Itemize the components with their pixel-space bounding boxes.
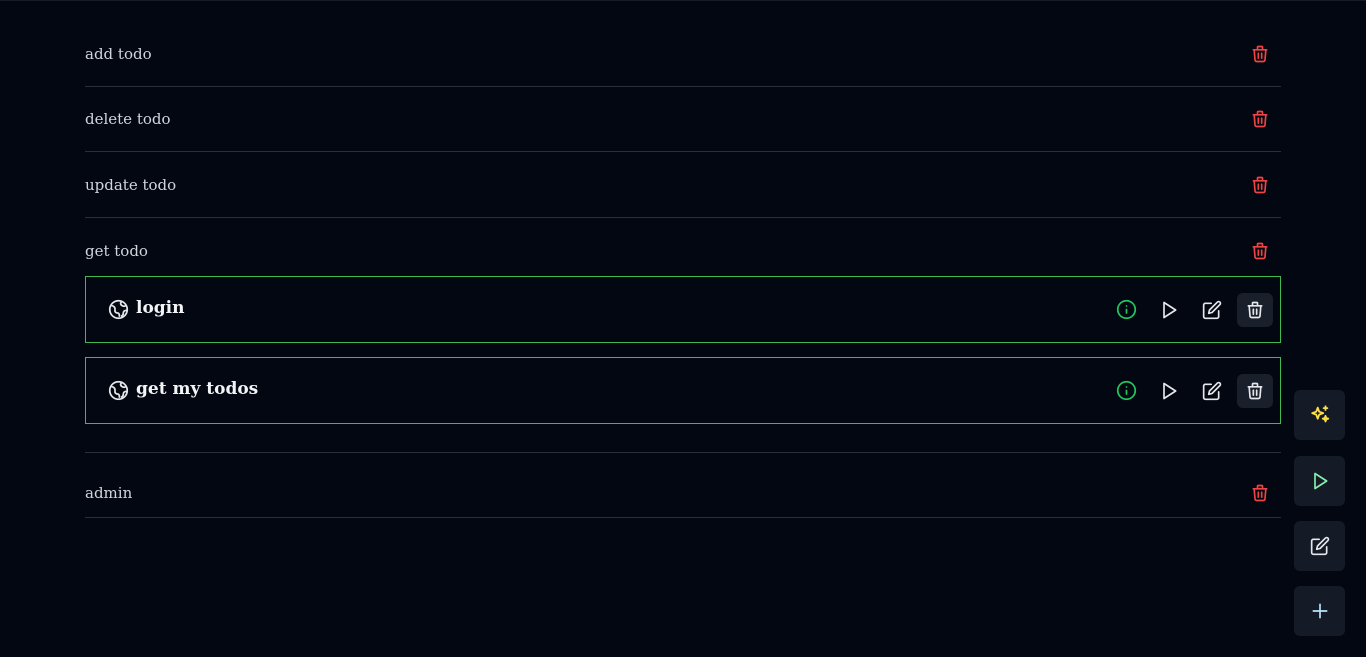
add-button[interactable]: [1294, 586, 1345, 636]
run-all-button[interactable]: [1294, 456, 1345, 506]
top-divider: [0, 0, 1366, 1]
row-label[interactable]: admin: [85, 484, 132, 502]
trash-icon[interactable]: [1237, 292, 1273, 327]
row-label[interactable]: update todo: [85, 176, 176, 194]
list-item[interactable]: delete todo: [85, 87, 1281, 152]
globe-icon: [107, 299, 129, 321]
trash-icon[interactable]: [1249, 482, 1271, 504]
play-icon[interactable]: [1151, 374, 1187, 408]
trash-icon[interactable]: [1249, 240, 1271, 262]
trash-icon[interactable]: [1237, 373, 1273, 408]
trash-icon[interactable]: [1249, 43, 1271, 65]
card-title[interactable]: login: [136, 298, 185, 318]
row-label[interactable]: add todo: [85, 45, 152, 63]
trash-icon[interactable]: [1249, 108, 1271, 130]
edit-icon[interactable]: [1194, 374, 1230, 408]
edit-icon[interactable]: [1194, 293, 1230, 327]
plus-icon: [1310, 601, 1330, 621]
edit-icon: [1310, 536, 1330, 556]
play-icon: [1310, 471, 1330, 491]
ai-generate-button[interactable]: [1294, 390, 1345, 440]
list-item[interactable]: update todo: [85, 153, 1281, 218]
play-icon[interactable]: [1151, 293, 1187, 327]
list-item[interactable]: get todo: [85, 218, 1281, 276]
card-actions: [1108, 373, 1273, 408]
list-item[interactable]: admin: [85, 453, 1281, 518]
request-card[interactable]: login: [85, 276, 1281, 343]
info-icon[interactable]: [1108, 293, 1144, 327]
card-title[interactable]: get my todos: [136, 379, 258, 399]
globe-icon: [107, 380, 129, 402]
edit-collection-button[interactable]: [1294, 521, 1345, 571]
row-label[interactable]: delete todo: [85, 110, 171, 128]
trash-icon[interactable]: [1249, 174, 1271, 196]
row-label[interactable]: get todo: [85, 242, 148, 260]
list-item[interactable]: add todo: [85, 22, 1281, 87]
info-icon[interactable]: [1108, 374, 1144, 408]
request-card[interactable]: get my todos: [85, 357, 1281, 424]
card-actions: [1108, 292, 1273, 327]
sparkles-icon: [1309, 404, 1331, 426]
